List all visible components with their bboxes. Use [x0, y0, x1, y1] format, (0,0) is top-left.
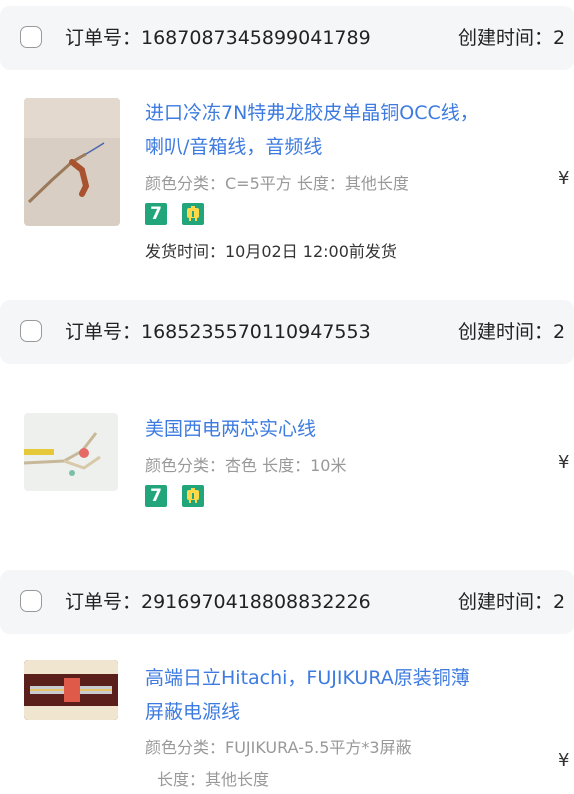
created-time: 创建时间：2: [458, 591, 566, 613]
price: ¥: [558, 750, 570, 771]
product-title[interactable]: 高端日立Hitachi，FUJIKURA原装铜薄屏蔽电源线: [145, 661, 485, 729]
price: ¥: [558, 168, 570, 189]
ship-time: 发货时间：10月02日 12:00前发货: [145, 242, 397, 261]
product-thumbnail[interactable]: [24, 413, 118, 491]
shipping-insurance-icon: [182, 203, 205, 225]
product-attributes-length: 长度：其他长度: [157, 770, 270, 789]
order-checkbox[interactable]: [20, 320, 42, 342]
product-attributes: 颜色分类：C=5平方 长度：其他长度: [145, 174, 409, 193]
order-checkbox[interactable]: [20, 26, 42, 48]
order-number: 订单号：2916970418808832226: [65, 591, 371, 613]
created-time: 创建时间：2: [458, 27, 566, 49]
product-title[interactable]: 美国西电两芯实心线: [145, 412, 485, 446]
order-number: 订单号：1687087345899041789: [65, 27, 371, 49]
product-attributes: 颜色分类：杏色 长度：10米: [145, 456, 347, 475]
created-time: 创建时间：2: [458, 321, 566, 343]
order-header: 订单号：1687087345899041789 创建时间：2: [0, 6, 574, 70]
order-header: 订单号：2916970418808832226 创建时间：2: [0, 570, 574, 634]
shipping-insurance-icon: [182, 485, 205, 507]
product-attributes: 颜色分类：FUJIKURA-5.5平方*3屏蔽: [145, 738, 412, 757]
price: ¥: [558, 452, 570, 473]
order-header: 订单号：1685235570110947553 创建时间：2: [0, 300, 574, 364]
product-thumbnail[interactable]: [24, 660, 118, 720]
product-title[interactable]: 进口冷冻7N特弗龙胶皮单晶铜OCC线，喇叭/音箱线，音频线: [145, 96, 485, 164]
order-checkbox[interactable]: [20, 590, 42, 612]
service-badges: 7: [145, 485, 214, 507]
service-badges: 7: [145, 203, 214, 225]
seven-day-return-icon: 7: [145, 485, 167, 507]
product-thumbnail[interactable]: [24, 98, 120, 226]
seven-day-return-icon: 7: [145, 203, 167, 225]
order-number: 订单号：1685235570110947553: [65, 321, 371, 343]
